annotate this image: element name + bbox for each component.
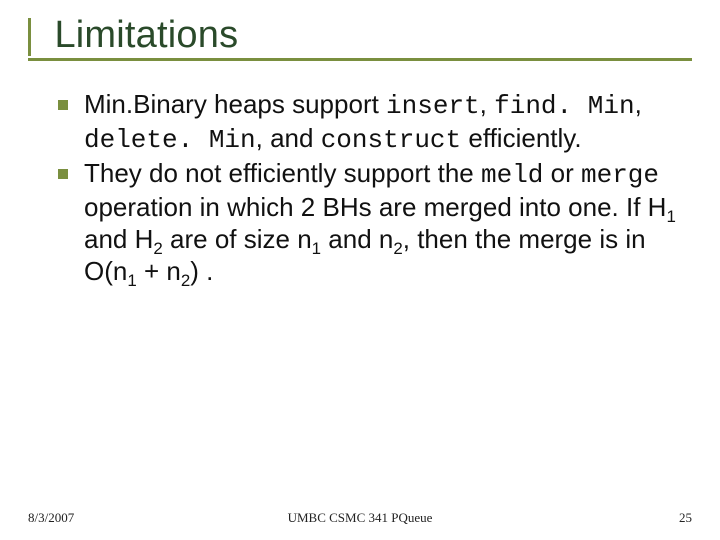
slide-body: Min.Binary heaps support insert, find. M… bbox=[28, 89, 692, 287]
text: , bbox=[635, 89, 642, 119]
text: efficiently. bbox=[461, 123, 581, 153]
text: + n bbox=[137, 256, 181, 286]
subscript: 1 bbox=[312, 239, 321, 258]
text: are of size n bbox=[163, 224, 312, 254]
bullet-item: Min.Binary heaps support insert, find. M… bbox=[52, 89, 686, 156]
text: or bbox=[543, 158, 581, 188]
code: meld bbox=[481, 160, 543, 190]
subscript: 2 bbox=[181, 271, 190, 290]
code: merge bbox=[581, 160, 659, 190]
code: delete. Min bbox=[84, 125, 256, 155]
text: Min.Binary heaps support bbox=[84, 89, 386, 119]
subscript: 1 bbox=[127, 271, 136, 290]
text: and H bbox=[84, 224, 153, 254]
footer-page-number: 25 bbox=[679, 510, 692, 526]
title-row: Limitations bbox=[28, 18, 692, 61]
code: insert bbox=[386, 91, 480, 121]
subscript: 2 bbox=[393, 239, 402, 258]
text: , bbox=[480, 89, 494, 119]
slide: Limitations Min.Binary heaps support ins… bbox=[0, 0, 720, 540]
text: operation in which 2 BHs are merged into… bbox=[84, 192, 666, 222]
bullet-item: They do not efficiently support the meld… bbox=[52, 158, 686, 287]
code: find. Min bbox=[494, 91, 634, 121]
title-accent bbox=[28, 18, 46, 56]
text: They do not efficiently support the bbox=[84, 158, 481, 188]
slide-title: Limitations bbox=[54, 16, 238, 56]
text: ) . bbox=[190, 256, 213, 286]
subscript: 1 bbox=[666, 207, 675, 226]
text: , and bbox=[256, 123, 321, 153]
footer-center: UMBC CSMC 341 PQueue bbox=[0, 510, 720, 526]
code: construct bbox=[321, 125, 461, 155]
text: and n bbox=[321, 224, 393, 254]
